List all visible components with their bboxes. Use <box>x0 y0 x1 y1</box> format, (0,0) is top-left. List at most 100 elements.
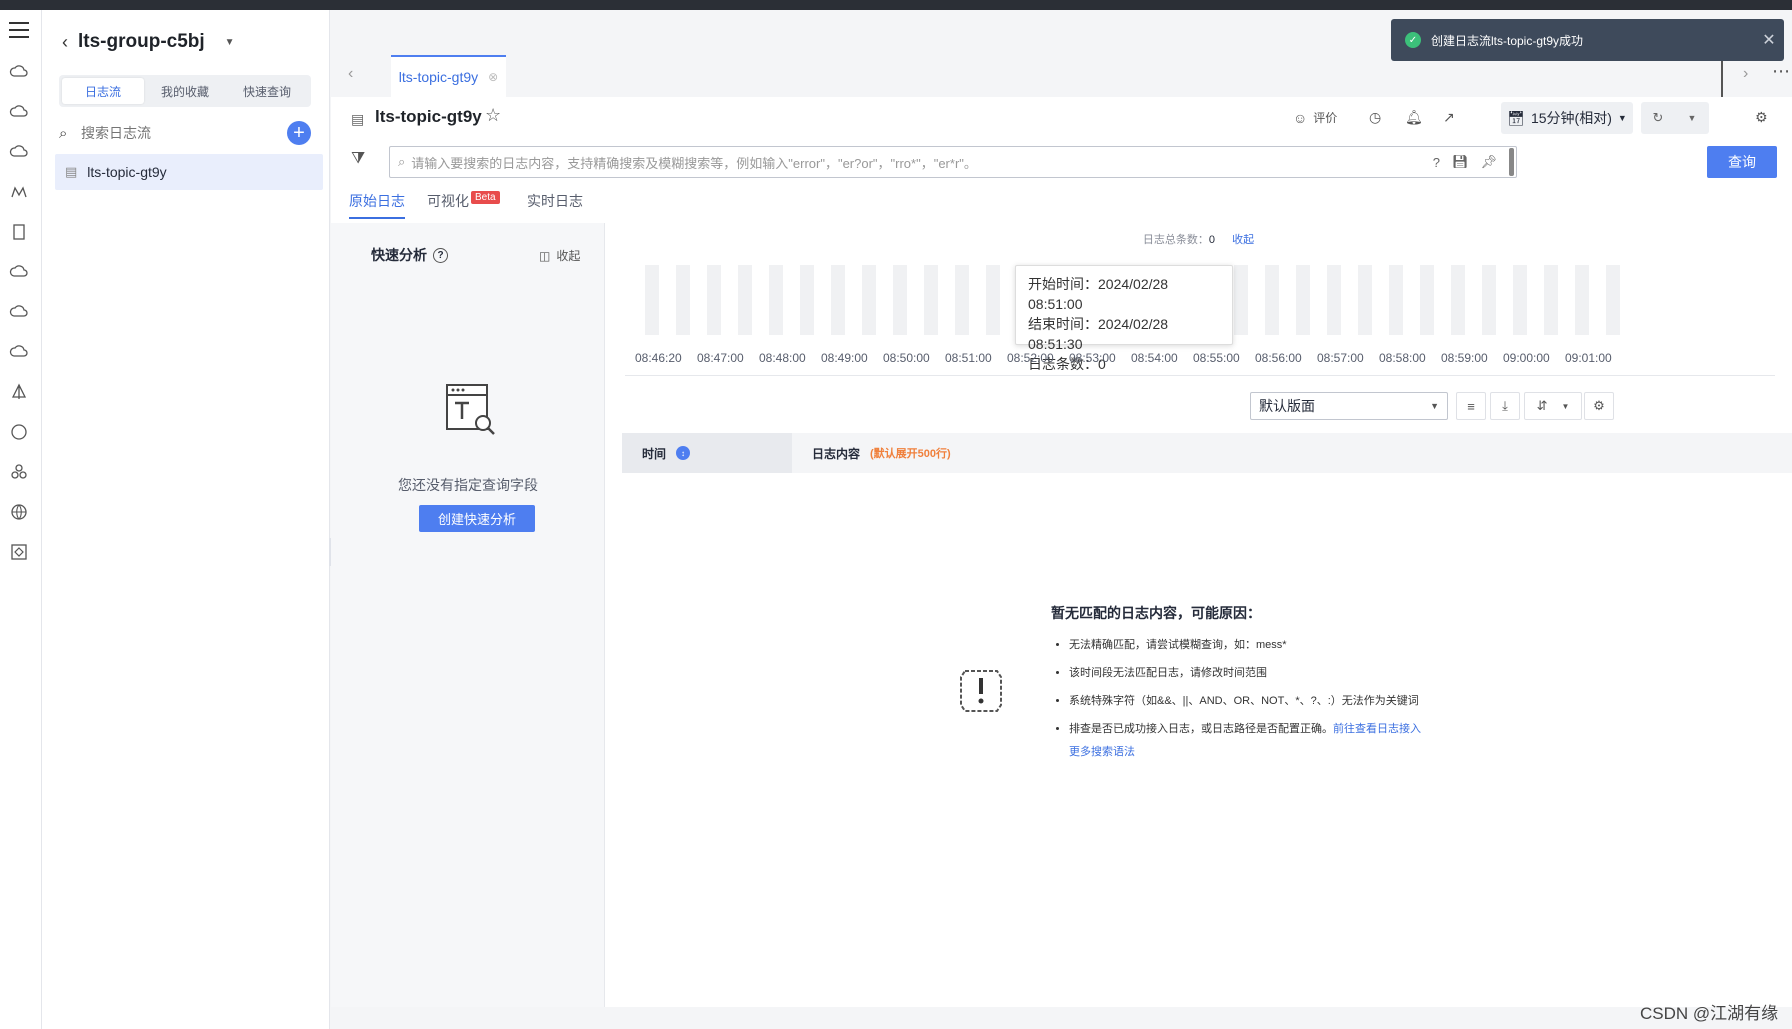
histogram-bar-slot[interactable] <box>1482 265 1496 335</box>
tab-favorites[interactable]: 我的收藏 <box>144 78 226 104</box>
hamburger-menu-icon[interactable] <box>9 22 29 38</box>
histogram-bar-slot[interactable] <box>924 265 938 335</box>
help-icon[interactable]: ? <box>1433 155 1440 170</box>
panel-segment-tabs: 日志流 我的收藏 快速查询 <box>59 75 311 107</box>
cloud-service-icon[interactable] <box>9 62 29 82</box>
scroll-left-icon[interactable]: ‹ <box>348 65 353 83</box>
settings-box-icon[interactable] <box>9 542 29 562</box>
histogram-bar-slot[interactable] <box>1451 265 1465 335</box>
histogram-bar-slot[interactable] <box>645 265 659 335</box>
chevron-down-icon: ▼ <box>1430 401 1439 411</box>
cloud-service-icon[interactable] <box>9 102 29 122</box>
save-icon[interactable]: 💾︎ <box>1452 154 1469 170</box>
quick-analysis-title-text: 快速分析 <box>371 247 427 263</box>
x-tick-label: 09:00:00 <box>1503 351 1550 365</box>
refresh-button[interactable]: ↻ ▼ <box>1641 102 1709 134</box>
histogram-bar-slot[interactable] <box>1234 265 1248 335</box>
download-icon[interactable]: ⤓ <box>1490 392 1520 420</box>
histogram-bar-slot[interactable] <box>1513 265 1527 335</box>
histogram-bar-slot[interactable] <box>1327 265 1341 335</box>
histogram-bar-slot[interactable] <box>1296 265 1310 335</box>
x-tick-label: 08:56:00 <box>1255 351 1302 365</box>
refresh-icon[interactable]: ↻ <box>1641 110 1675 126</box>
time-range-button[interactable]: 📅︎ 15分钟(相对) ▼ <box>1501 102 1633 134</box>
x-tick-label: 08:46:20 <box>635 351 682 365</box>
cloud-service-icon[interactable] <box>9 342 29 362</box>
tab-visualization[interactable]: 可视化 Beta <box>427 191 500 217</box>
histogram-bar-slot[interactable] <box>1358 265 1372 335</box>
histogram-bar-slot[interactable] <box>1389 265 1403 335</box>
reason-list: 无法精确匹配，请尝试模糊查询，如：mess* 该时间段无法匹配日志，请修改时间范… <box>1069 631 1421 743</box>
query-input[interactable]: ⌕ 请输入要搜索的日志内容，支持精确搜索及模糊搜索等，例如输入"error"，"… <box>389 146 1517 178</box>
histogram-bar-slot[interactable] <box>1575 265 1589 335</box>
history-icon[interactable]: ◷ <box>1369 109 1381 126</box>
collapse-button[interactable]: ◫ 收起 <box>539 247 580 264</box>
gear-icon[interactable]: ⚙ <box>1755 109 1768 126</box>
share-icon[interactable]: ↗ <box>1443 109 1455 126</box>
histogram-header: 日志总条数：0 收起 <box>605 231 1792 247</box>
help-icon[interactable]: ? <box>433 247 448 263</box>
cloud-service-icon[interactable] <box>9 142 29 162</box>
histogram-bar-slot[interactable] <box>676 265 690 335</box>
histogram-bar-slot[interactable] <box>955 265 969 335</box>
check-icon: ✓ <box>1405 32 1421 48</box>
log-access-link[interactable]: 前往查看日志接入 <box>1333 723 1421 735</box>
histogram-bar-slot[interactable] <box>1420 265 1434 335</box>
histogram-bar-slot[interactable] <box>893 265 907 335</box>
histogram-bar-slot[interactable] <box>862 265 876 335</box>
filter-icon[interactable]: ⧩ <box>351 150 365 168</box>
document-icon[interactable] <box>9 222 29 242</box>
network-icon[interactable] <box>9 382 29 402</box>
sort-options-button[interactable]: ⇵ ▼ <box>1524 392 1582 420</box>
tab-quick-query[interactable]: 快速查询 <box>226 78 308 104</box>
monitor-icon[interactable] <box>9 182 29 202</box>
tab-log-streams[interactable]: 日志流 <box>62 78 144 104</box>
sort-icon[interactable]: ↕ <box>676 446 691 460</box>
favorite-star-icon[interactable]: ☆ <box>485 105 501 126</box>
histogram-bar-slot[interactable] <box>738 265 752 335</box>
cloud-upload-icon[interactable] <box>9 302 29 322</box>
x-tick-label: 08:52:00 <box>1007 351 1054 365</box>
pin-icon[interactable]: 📌︎ <box>1480 154 1497 170</box>
stream-search-input[interactable] <box>81 125 287 141</box>
histogram-bar-slot[interactable] <box>707 265 721 335</box>
chevron-down-icon[interactable]: ▼ <box>1675 113 1709 123</box>
column-content-hint: (默认展开500行) <box>870 448 951 460</box>
fold-histogram-link[interactable]: 收起 <box>1232 234 1254 246</box>
gear-icon[interactable]: ⚙ <box>1584 392 1614 420</box>
wrap-lines-icon[interactable]: ≡ <box>1456 392 1486 420</box>
histogram-bar-slot[interactable] <box>831 265 845 335</box>
cluster-icon[interactable] <box>9 462 29 482</box>
calendar-icon: 📅︎ <box>1507 109 1525 126</box>
bell-icon[interactable]: 🔔︎ <box>1405 109 1423 126</box>
list-item-stream[interactable]: ▤ lts-topic-gt9y <box>55 154 323 190</box>
histogram-bar-slot[interactable] <box>1544 265 1558 335</box>
tab-topic[interactable]: lts-topic-gt9y ⊗ <box>391 55 506 97</box>
tab-realtime-logs[interactable]: 实时日志 <box>527 191 583 217</box>
close-tab-icon[interactable]: ⊗ <box>488 70 498 84</box>
group-name[interactable]: lts-group-c5bj <box>78 31 205 53</box>
add-stream-button[interactable]: + <box>287 121 311 145</box>
back-arrow-icon[interactable]: ‹ <box>62 32 68 53</box>
histogram-bar-slot[interactable] <box>1606 265 1620 335</box>
ip-icon[interactable] <box>9 422 29 442</box>
globe-icon[interactable] <box>9 502 29 522</box>
histogram-bar-slot[interactable] <box>1265 265 1279 335</box>
close-icon[interactable]: ✕ <box>1754 30 1784 50</box>
cloud-service-icon[interactable] <box>9 262 29 282</box>
layout-select[interactable]: 默认版面 ▼ <box>1250 392 1448 420</box>
tab-raw-logs[interactable]: 原始日志 <box>349 191 405 219</box>
warning-icon <box>960 670 1002 712</box>
chevron-down-icon[interactable]: ▼ <box>225 37 235 48</box>
create-quick-analysis-button[interactable]: 创建快速分析 <box>419 505 535 532</box>
more-syntax-link[interactable]: 更多搜索语法 <box>1069 743 1135 759</box>
query-button[interactable]: 查询 <box>1707 146 1777 178</box>
scroll-right-icon[interactable]: › <box>1743 65 1748 83</box>
scrollbar[interactable] <box>1509 148 1514 176</box>
histogram-bar-slot[interactable] <box>986 265 1000 335</box>
more-icon[interactable]: ⋯ <box>1772 61 1791 82</box>
column-time[interactable]: 时间 ↕ <box>622 433 792 473</box>
histogram-bar-slot[interactable] <box>769 265 783 335</box>
rate-button[interactable]: ☺ 评价 <box>1293 109 1337 126</box>
histogram-bar-slot[interactable] <box>800 265 814 335</box>
